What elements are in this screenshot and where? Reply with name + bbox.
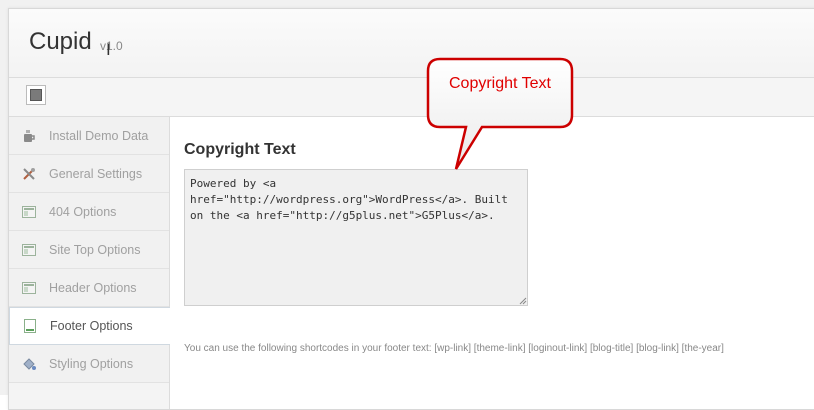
sidebar-item-label: 404 Options: [49, 204, 117, 219]
paint-bucket-icon: [21, 356, 37, 372]
tools-icon: [21, 166, 37, 182]
sidebar-item-label: Styling Options: [49, 356, 134, 371]
sidebar-item-install-demo-data[interactable]: Install Demo Data: [9, 117, 169, 155]
sidebar-item-footer-options[interactable]: Footer Options: [9, 307, 171, 345]
sidebar-item-label: Site Top Options: [49, 242, 141, 257]
layout-icon: [21, 242, 37, 258]
app-title: Cupid: [29, 28, 92, 55]
options-panel: Cupid v1.0 I Install Demo Data General S…: [8, 8, 814, 410]
footer-layout-icon: [22, 318, 38, 334]
sidebar-item-label: Install Demo Data: [49, 128, 149, 143]
coffee-cup-icon: [21, 128, 37, 144]
sidebar-item-header-options[interactable]: Header Options: [9, 269, 169, 307]
sidebar-item-site-top-options[interactable]: Site Top Options: [9, 231, 169, 269]
sidebar-item-label: Footer Options: [50, 319, 133, 333]
sidebar-item-styling-options[interactable]: Styling Options: [9, 345, 169, 383]
section-title: Copyright Text: [184, 141, 296, 158]
toolbar: [9, 78, 814, 117]
callout-label: Copyright Text: [449, 75, 551, 92]
shortcodes-help-text: You can use the following shortcodes in …: [184, 343, 724, 354]
app-version: v1.0: [100, 39, 123, 53]
sidebar-item-label: General Settings: [49, 166, 143, 181]
expand-toggle-button[interactable]: [26, 85, 46, 105]
layout-icon: [21, 280, 37, 296]
layout-icon: [21, 204, 37, 220]
sidebar: Install Demo Data General Settings 404 O…: [9, 117, 171, 409]
panel-header: Cupid v1.0 I: [9, 9, 814, 78]
sidebar-item-label: Header Options: [49, 280, 137, 295]
sidebar-item-general-settings[interactable]: General Settings: [9, 155, 169, 193]
expand-collapse-icon: [30, 89, 42, 101]
resize-grip-icon[interactable]: [519, 297, 527, 305]
text-cursor-icon: I: [106, 40, 111, 59]
annotation-callout: Copyright Text: [426, 57, 574, 173]
copyright-text-field[interactable]: Powered by <a href="http://wordpress.org…: [184, 169, 528, 306]
sidebar-item-404-options[interactable]: 404 Options: [9, 193, 169, 231]
